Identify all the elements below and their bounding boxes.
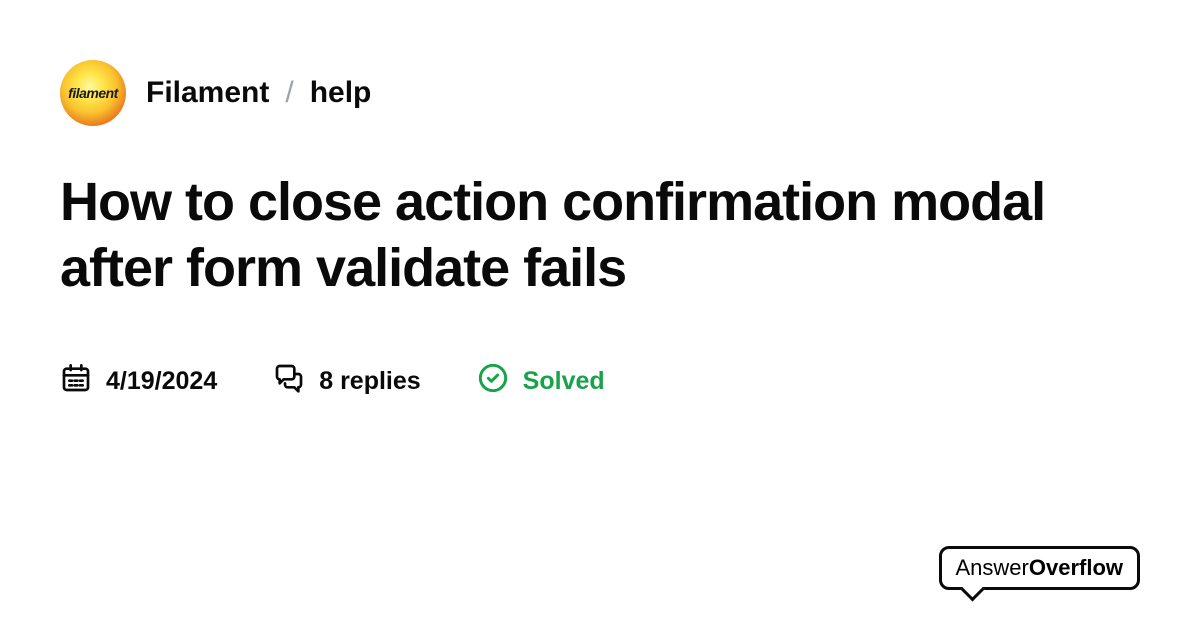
breadcrumb-community: Filament <box>146 76 269 110</box>
replies-text: 8 replies <box>319 367 420 396</box>
date-text: 4/19/2024 <box>106 367 217 396</box>
community-avatar: filament <box>60 60 126 126</box>
header: filament Filament / help <box>60 60 1140 126</box>
logo-part2: Overflow <box>1029 555 1123 580</box>
status-text: Solved <box>523 367 605 396</box>
post-title: How to close action confirmation modal a… <box>60 170 1140 302</box>
meta-status: Solved <box>477 362 605 401</box>
breadcrumb-separator: / <box>285 76 293 110</box>
breadcrumb: Filament / help <box>146 76 371 110</box>
calendar-icon <box>60 362 92 401</box>
check-circle-icon <box>477 362 509 401</box>
breadcrumb-channel: help <box>310 76 372 110</box>
meta-replies: 8 replies <box>273 362 420 401</box>
answeroverflow-logo: AnswerOverflow <box>939 546 1141 590</box>
meta-date: 4/19/2024 <box>60 362 217 401</box>
replies-icon <box>273 362 305 401</box>
meta-row: 4/19/2024 8 replies Solved <box>60 362 1140 401</box>
logo-part1: Answer <box>956 555 1029 580</box>
